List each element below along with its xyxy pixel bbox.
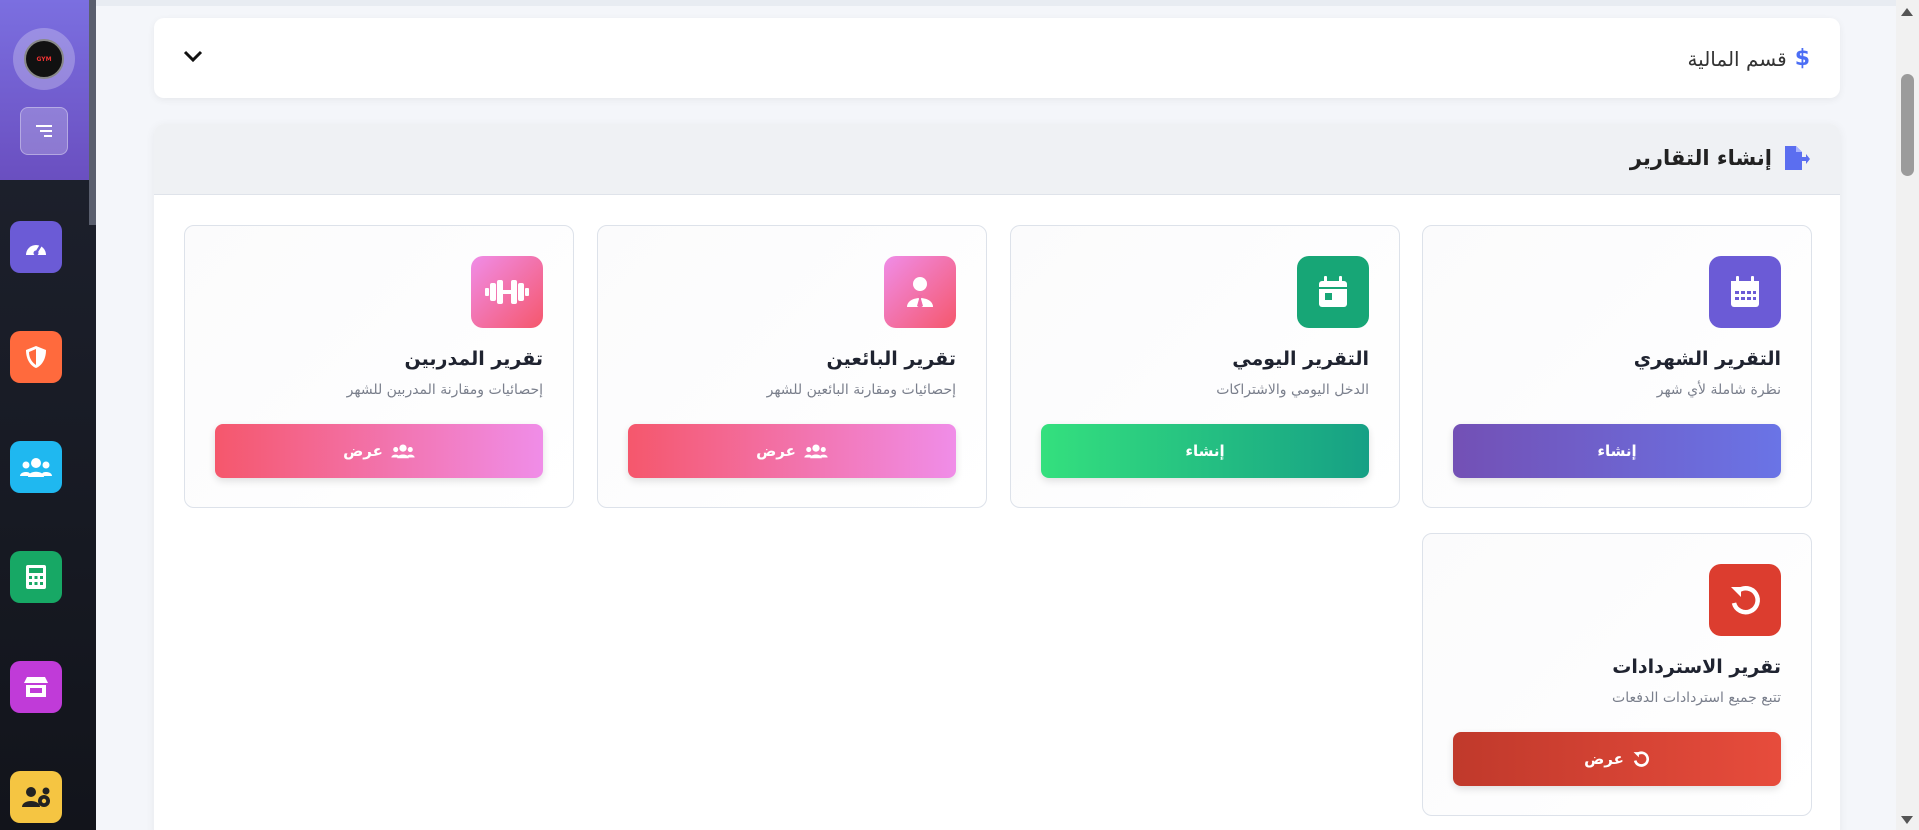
card-icon-box (1709, 564, 1781, 636)
sidebar-scrollbar[interactable] (89, 0, 96, 225)
report-card-daily: التقرير اليومي الدخل اليومي والاشتراكات … (1010, 225, 1400, 508)
finance-section-title: $ قسم المالية (1687, 46, 1810, 71)
dumbbell-icon (485, 280, 529, 304)
calendar-day-icon (1319, 276, 1347, 307)
main-content: $ قسم المالية إنشاء التقارير التقرير الش… (96, 0, 1896, 830)
finance-section[interactable]: $ قسم المالية (154, 18, 1840, 98)
users-icon (804, 444, 828, 459)
logo-text: GYM (24, 39, 64, 79)
report-card-sellers: تقرير البائعين إحصائيات ومقارنة البائعين… (597, 225, 987, 508)
menu-lines-icon (36, 125, 52, 137)
user-tie-icon (907, 277, 933, 308)
users-icon (20, 458, 52, 477)
undo-icon (1731, 585, 1760, 615)
card-description: الدخل اليومي والاشتراكات (1216, 382, 1369, 398)
users-gear-icon (22, 787, 50, 807)
button-label: إنشاء (1597, 442, 1637, 460)
undo-icon (1633, 751, 1649, 767)
card-icon-box (1709, 256, 1781, 328)
button-label: عرض (1584, 750, 1624, 768)
speedometer-icon (26, 244, 46, 256)
sidebar: GYM (0, 0, 96, 830)
reports-title-text: إنشاء التقارير (1629, 146, 1772, 170)
card-description: إحصائيات ومقارنة البائعين للشهر (766, 382, 956, 398)
reports-header: إنشاء التقارير (154, 124, 1840, 195)
view-refunds-report-button[interactable]: عرض (1453, 732, 1781, 786)
gym-logo[interactable]: GYM (13, 28, 75, 90)
nav-calculator[interactable] (10, 551, 62, 603)
nav-staff-settings[interactable] (10, 771, 62, 823)
card-title: التقرير الشهري (1633, 348, 1781, 370)
chevron-down-icon[interactable] (182, 48, 204, 64)
card-title: تقرير المدربين (404, 348, 543, 370)
dollar-icon: $ (1794, 46, 1810, 71)
report-card-monthly: التقرير الشهري نظرة شاملة لأي شهر إنشاء (1422, 225, 1812, 508)
view-trainers-report-button[interactable]: عرض (215, 424, 543, 478)
calendar-icon (1731, 276, 1759, 307)
users-icon (391, 444, 415, 459)
button-label: عرض (756, 442, 796, 460)
nav-members[interactable] (10, 441, 62, 493)
button-label: إنشاء (1185, 442, 1225, 460)
finance-title-text: قسم المالية (1687, 46, 1787, 71)
page-scrollbar[interactable] (1896, 0, 1919, 830)
scroll-up-arrow-icon[interactable] (1901, 8, 1913, 16)
report-card-refunds: تقرير الاستردادات تتبع جميع استردادات ال… (1422, 533, 1812, 816)
card-icon-box (1297, 256, 1369, 328)
card-icon-box (471, 256, 543, 328)
card-description: نظرة شاملة لأي شهر (1656, 382, 1781, 398)
card-description: تتبع جميع استردادات الدفعات (1612, 690, 1781, 706)
button-label: عرض (343, 442, 383, 460)
menu-toggle-button[interactable] (20, 107, 68, 155)
report-card-trainers: تقرير المدربين إحصائيات ومقارنة المدربين… (184, 225, 574, 508)
card-title: التقرير اليومي (1232, 348, 1369, 370)
top-strip (96, 0, 1896, 6)
store-icon (24, 677, 48, 697)
card-title: تقرير الاستردادات (1612, 656, 1781, 678)
nav-dashboard[interactable] (10, 221, 62, 273)
nav-store[interactable] (10, 661, 62, 713)
calculator-icon (26, 565, 46, 589)
reports-title: إنشاء التقارير (1630, 144, 1810, 172)
reports-panel: إنشاء التقارير التقرير الشهري نظرة شاملة… (154, 124, 1840, 830)
nav-security[interactable] (10, 331, 62, 383)
shield-icon (26, 346, 46, 368)
generate-monthly-report-button[interactable]: إنشاء (1453, 424, 1781, 478)
generate-daily-report-button[interactable]: إنشاء (1041, 424, 1369, 478)
view-sellers-report-button[interactable]: عرض (628, 424, 956, 478)
scroll-thumb[interactable] (1901, 74, 1914, 176)
file-export-icon (1785, 146, 1810, 170)
card-description: إحصائيات ومقارنة المدربين للشهر (346, 382, 543, 398)
card-title: تقرير البائعين (826, 348, 956, 370)
card-icon-box (884, 256, 956, 328)
scroll-down-arrow-icon[interactable] (1901, 816, 1913, 824)
